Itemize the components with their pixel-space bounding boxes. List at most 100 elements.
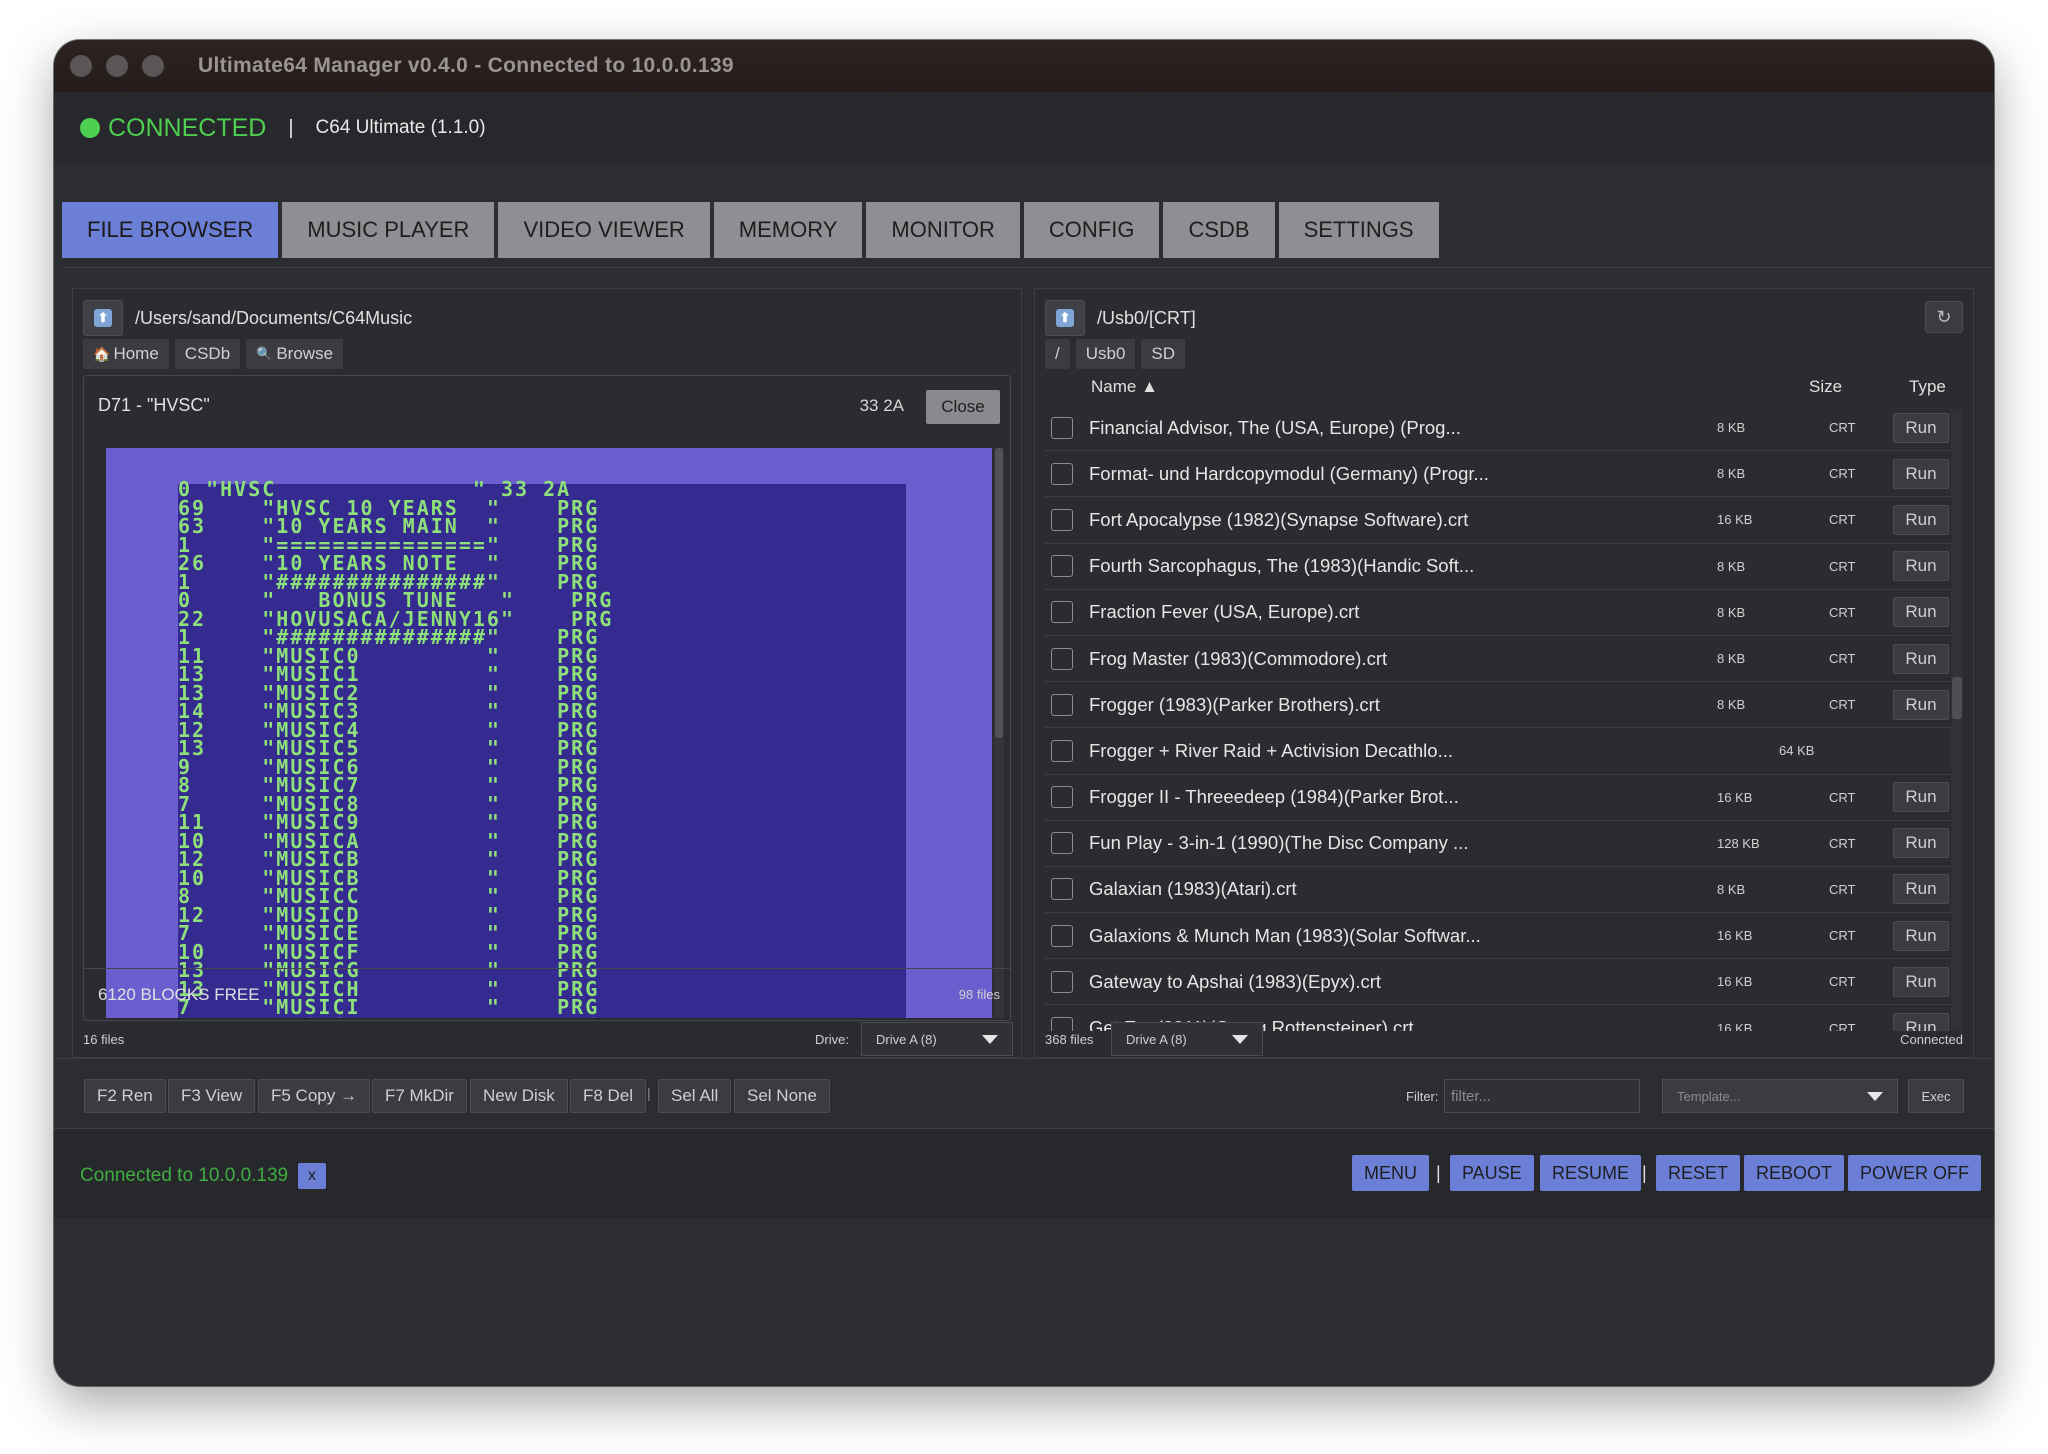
power-off-button[interactable]: POWER OFF [1848,1155,1981,1191]
rename-button[interactable]: F2 Ren [84,1079,166,1113]
resume-button[interactable]: RESUME [1540,1155,1642,1191]
file-checkbox[interactable] [1051,970,1073,993]
disk-scrollbar-thumb[interactable] [995,448,1003,738]
run-button[interactable]: Run [1893,458,1949,489]
tab-file-browser[interactable]: FILE BROWSER [62,202,279,258]
file-row[interactable]: Fort Apocalypse (1982)(Synapse Software)… [1045,497,1953,544]
run-button[interactable]: Run [1893,551,1949,582]
file-row[interactable]: Frogger + River Raid + Activision Decath… [1045,728,1953,775]
close-disk-button[interactable]: Close [926,390,1000,424]
delete-button[interactable]: F8 Del [570,1079,647,1113]
file-row[interactable]: Galaxian (1983)(Atari).crt 8 KB CRT Run [1045,867,1953,914]
zoom-window-icon[interactable] [142,55,164,77]
file-type: CRT [1829,928,1856,944]
window-title: Ultimate64 Manager v0.4.0 - Connected to… [198,54,734,77]
select-none-button[interactable]: Sel None [734,1079,830,1113]
tab-music-player[interactable]: MUSIC PLAYER [282,202,495,258]
tab-monitor[interactable]: MONITOR [866,202,1020,258]
file-size: 8 KB [1717,466,1746,482]
file-checkbox[interactable] [1051,878,1073,901]
select-all-button[interactable]: Sel All [658,1079,732,1113]
crumb-root[interactable]: / [1045,339,1070,369]
reset-button[interactable]: RESET [1656,1155,1741,1191]
run-button[interactable]: Run [1893,782,1949,813]
file-row[interactable]: Fourth Sarcophagus, The (1983)(Handic So… [1045,544,1953,590]
file-row[interactable]: Galaxions & Munch Man (1983)(Solar Softw… [1045,913,1953,960]
c64-directory-screen[interactable]: 0 "HVSC " 33 2A 69 "HVSC 10 YEARS " PRG … [106,448,992,1018]
run-button[interactable]: Run [1893,828,1949,859]
run-button[interactable]: Run [1893,920,1949,951]
crumb-usb0[interactable]: Usb0 [1075,339,1136,369]
tab-settings[interactable]: SETTINGS [1278,202,1439,258]
view-button[interactable]: F3 View [168,1079,256,1113]
file-type: CRT [1829,697,1856,713]
disk-scrollbar[interactable] [994,448,1004,1018]
run-button[interactable]: Run [1893,874,1949,905]
run-button[interactable]: Run [1893,643,1949,674]
remote-parent-directory-button[interactable]: ⬆ [1045,300,1085,336]
size-column-header[interactable]: Size [1809,377,1842,397]
file-checkbox[interactable] [1051,555,1073,578]
run-button[interactable]: Run [1893,966,1949,997]
file-checkbox[interactable] [1051,693,1073,716]
tab-config[interactable]: CONFIG [1023,202,1160,258]
disconnect-button[interactable]: x [298,1163,326,1189]
exec-button[interactable]: Exec [1908,1079,1964,1113]
run-button[interactable]: Run [1893,412,1949,443]
reboot-button[interactable]: REBOOT [1744,1155,1845,1191]
file-list-scrollbar[interactable] [1951,409,1963,1031]
file-checkbox[interactable] [1051,924,1073,947]
new-disk-button[interactable]: New Disk [470,1079,568,1113]
file-type: CRT [1829,651,1856,667]
file-row[interactable]: Financial Advisor, The (USA, Europe) (Pr… [1045,405,1953,452]
type-column-header[interactable]: Type [1909,377,1946,397]
csdb-button[interactable]: CSDb [174,339,241,369]
run-button[interactable]: Run [1893,504,1949,535]
file-checkbox[interactable] [1051,739,1073,762]
file-row[interactable]: Fun Play - 3-in-1 (1990)(The Disc Compan… [1045,821,1953,867]
browse-button[interactable]: 🔍 Browse [246,339,344,369]
chevron-down-icon [982,1035,998,1044]
remote-path: /Usb0/[CRT] [1097,307,1196,328]
file-row[interactable]: Format- und Hardcopymodul (Germany) (Pro… [1045,451,1953,498]
minimize-window-icon[interactable] [106,55,128,77]
file-checkbox[interactable] [1051,462,1073,485]
parent-directory-button[interactable]: ⬆ [83,300,123,336]
filter-input[interactable]: filter... [1444,1079,1640,1113]
refresh-icon: ↻ [1936,307,1952,327]
local-panel-footer: 16 files Drive: Drive A (8) [73,1021,1021,1057]
tab-csdb[interactable]: CSDB [1163,202,1275,258]
file-checkbox[interactable] [1051,601,1073,624]
close-window-icon[interactable] [70,55,92,77]
file-checkbox[interactable] [1051,832,1073,855]
local-file-panel: ⬆ /Users/sand/Documents/C64Music 🏠 Home C… [72,288,1022,1058]
pause-button[interactable]: PAUSE [1450,1155,1534,1191]
file-name: Fort Apocalypse (1982)(Synapse Software)… [1089,508,1469,530]
file-row[interactable]: Frogger (1983)(Parker Brothers).crt 8 KB C… [1045,682,1953,729]
remote-drive-select[interactable]: Drive A (8) [1111,1022,1263,1056]
run-button[interactable]: Run [1893,597,1949,628]
copy-button[interactable]: F5 Copy → [258,1079,370,1113]
mkdir-button[interactable]: F7 MkDir [372,1079,467,1113]
connection-info: Connected to 10.0.0.139 [80,1165,289,1186]
template-select[interactable]: Template... [1662,1079,1898,1113]
file-checkbox[interactable] [1051,786,1073,809]
tab-video-viewer[interactable]: VIDEO VIEWER [498,202,710,258]
name-column-header[interactable]: Name ▲ [1091,377,1158,397]
file-list-scrollbar-thumb[interactable] [1952,677,1962,719]
local-drive-select[interactable]: Drive A (8) [861,1022,1013,1056]
file-row[interactable]: Fraction Fever (USA, Europe).crt 8 KB CRT R… [1045,590,1953,636]
menu-button[interactable]: MENU [1352,1155,1429,1191]
home-button[interactable]: 🏠 Home [83,339,169,369]
run-button[interactable]: Run [1893,689,1949,720]
file-checkbox[interactable] [1051,647,1073,670]
tab-memory[interactable]: MEMORY [713,202,863,258]
refresh-button[interactable]: ↻ [1925,301,1963,333]
file-row[interactable]: Frog Master (1983)(Commodore).crt 8 KB CRT… [1045,636,1953,683]
file-checkbox[interactable] [1051,416,1073,439]
file-row[interactable]: Gateway to Apshai (1983)(Epyx).crt 16 KB C… [1045,959,1953,1006]
file-checkbox[interactable] [1051,508,1073,531]
crumb-sd[interactable]: SD [1141,339,1186,369]
file-size: 128 KB [1717,835,1760,851]
file-row[interactable]: Frogger II - Threeedeep (1984)(Parker Br… [1045,775,1953,821]
